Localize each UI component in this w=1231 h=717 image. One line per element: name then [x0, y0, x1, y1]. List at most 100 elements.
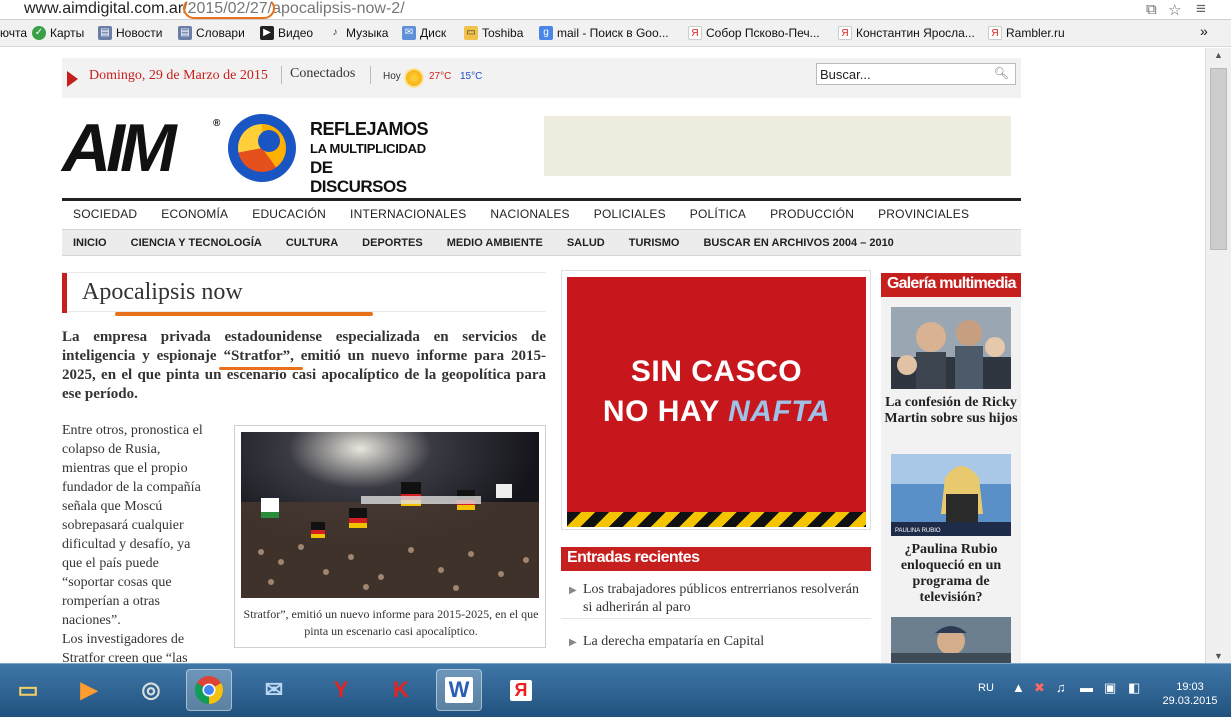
- page-icon[interactable]: ⧉: [1146, 1, 1157, 18]
- bookmark-mail[interactable]: ючта: [0, 26, 27, 40]
- site-logo[interactable]: AIM ® REFLEJAMOS LA MULTIPLICIDAD DE DIS…: [62, 112, 429, 196]
- page-icon: ▤: [98, 26, 112, 40]
- nav-internacionales[interactable]: INTERNACIONALES: [350, 207, 466, 221]
- yandex-icon: Я: [988, 26, 1002, 40]
- article-lead: La empresa privada estadounidense especi…: [62, 329, 546, 402]
- protest-photo[interactable]: [241, 432, 539, 598]
- language-indicator[interactable]: RU: [978, 682, 994, 694]
- nav-nacionales[interactable]: NACIONALES: [490, 207, 569, 221]
- menu-icon[interactable]: ≡: [1196, 0, 1206, 19]
- gallery-caption[interactable]: ¿Paulina Rubio enloqueció en un programa…: [883, 542, 1019, 606]
- word-icon[interactable]: W: [436, 669, 482, 711]
- nav-politica[interactable]: POLÍTICA: [690, 207, 746, 221]
- gallery-thumb-3[interactable]: [891, 617, 1011, 663]
- url-host: www.aimdigital.com.ar: [24, 0, 184, 17]
- scrollbar-thumb[interactable]: [1210, 68, 1227, 250]
- bookmark-konstantin[interactable]: Я Константин Яросла...: [838, 26, 975, 40]
- device-icon[interactable]: ▣: [1104, 680, 1116, 696]
- volume-icon[interactable]: ♫: [1056, 680, 1066, 695]
- nav-policiales[interactable]: POLICIALES: [594, 207, 666, 221]
- kaspersky-icon[interactable]: K: [378, 669, 424, 711]
- nav-deportes[interactable]: DEPORTES: [362, 237, 423, 249]
- title-accent-bar: [62, 273, 67, 313]
- nav-ciencia[interactable]: CIENCIA Y TECNOLOGÍA: [131, 237, 262, 249]
- battery-icon[interactable]: ▬: [1080, 680, 1093, 695]
- address-bar[interactable]: www.aimdigital.com.ar/2015/02/27/apocali…: [0, 0, 1231, 20]
- web-page: Domingo, 29 de Marzo de 2015 Conectados …: [0, 48, 1205, 663]
- nav-cultura[interactable]: CULTURA: [286, 237, 338, 249]
- search-input[interactable]: [820, 66, 990, 82]
- search-icon[interactable]: 🔍︎: [994, 66, 1009, 80]
- bookmark-rambler[interactable]: Я Rambler.ru: [988, 26, 1065, 40]
- nav-economia[interactable]: ECONOMÍA: [161, 207, 228, 221]
- recent-post-link[interactable]: ▶ Los trabajadores públicos entrerrianos …: [561, 581, 871, 619]
- nav-produccion[interactable]: PRODUCCIÓN: [770, 207, 854, 221]
- bookmark-star-icon[interactable]: ☆: [1168, 1, 1181, 19]
- bookmark-dictionaries[interactable]: ▤ Словари: [178, 26, 245, 40]
- gallery-heading: Galería multimedia: [881, 273, 1021, 297]
- explorer-icon[interactable]: ▭: [5, 669, 51, 711]
- bookmark-music[interactable]: ♪ Музыка: [328, 26, 389, 40]
- bookmark-sobor[interactable]: Я Собор Псково-Печ...: [688, 26, 820, 40]
- nav-buscar-archivos[interactable]: BUSCAR EN ARCHIVOS 2004 – 2010: [703, 237, 893, 249]
- yandex-icon[interactable]: Я: [498, 669, 544, 711]
- nav-salud[interactable]: SALUD: [567, 237, 605, 249]
- media-player-icon[interactable]: ▶: [66, 669, 112, 711]
- connected-link[interactable]: Conectados: [290, 66, 355, 82]
- article-figure: Stratfor”, emitió un nuevo informe para …: [234, 425, 546, 648]
- current-date: Domingo, 29 de Marzo de 2015: [89, 68, 268, 83]
- gallery-caption[interactable]: La confesión de Ricky Martin sobre sus h…: [883, 395, 1019, 427]
- hazard-stripes: [567, 512, 866, 527]
- bookmark-google-mail[interactable]: g mail - Поиск в Goo...: [539, 26, 669, 40]
- mail-icon: ✉: [402, 26, 416, 40]
- chrome-icon[interactable]: [186, 669, 232, 711]
- scroll-up-icon[interactable]: ▲: [1214, 50, 1223, 60]
- bookmark-toshiba[interactable]: ▭ Toshiba: [464, 26, 523, 40]
- bookmark-disk[interactable]: ✉ Диск: [402, 26, 446, 40]
- clock-date: 29.03.2015: [1162, 695, 1218, 707]
- gallery-thumb-paulina[interactable]: PAULINA RUBIO: [891, 454, 1011, 536]
- scroll-down-icon[interactable]: ▼: [1214, 651, 1223, 661]
- logo-orb-icon: [228, 114, 296, 182]
- divider: [370, 66, 371, 84]
- bookmark-maps[interactable]: ✓ Карты: [32, 26, 84, 40]
- temp-low: 15°C: [460, 71, 483, 82]
- article-title: Apocalipsis now: [82, 279, 243, 305]
- tray-app-icon[interactable]: ◧: [1128, 680, 1140, 696]
- gallery-thumb-ricky[interactable]: [891, 307, 1011, 389]
- stratfor-highlight: “Stratfor”: [219, 348, 304, 370]
- gallery-panel: La confesión de Ricky Martin sobre sus h…: [881, 297, 1021, 663]
- nav-educacion[interactable]: EDUCACIÓN: [252, 207, 326, 221]
- chevron-right-icon: ▶: [569, 585, 577, 596]
- title-highlight-underline: [115, 312, 373, 316]
- nav-medio-ambiente[interactable]: MEDIO AMBIENTE: [447, 237, 543, 249]
- page-scrollbar[interactable]: ▲ ▼: [1205, 48, 1231, 663]
- tray-expand-icon[interactable]: ▲: [1012, 680, 1025, 695]
- nav-turismo[interactable]: TURISMO: [629, 237, 680, 249]
- photo-caption: Stratfor”, emitió un nuevo informe para …: [243, 607, 539, 638]
- svg-text:PAULINA RUBIO: PAULINA RUBIO: [895, 528, 941, 534]
- bookmark-news[interactable]: ▤ Новости: [98, 26, 162, 40]
- nav-sociedad[interactable]: SOCIEDAD: [73, 207, 137, 221]
- bookmarks-bar: ючта ✓ Карты ▤ Новости ▤ Словари ▶ Видео ♪ Му…: [0, 20, 1231, 47]
- bookmark-video[interactable]: ▶ Видео: [260, 26, 313, 40]
- disc-icon[interactable]: ◎: [128, 669, 174, 711]
- nav-inicio[interactable]: INICIO: [73, 237, 107, 249]
- yandex-icon: Я: [688, 26, 702, 40]
- yandex-browser-icon[interactable]: Y: [318, 669, 364, 711]
- nav-provinciales[interactable]: PROVINCIALES: [878, 207, 969, 221]
- play-icon: ▶: [260, 26, 274, 40]
- bookmarks-more-button[interactable]: »: [1200, 23, 1208, 39]
- ad-placeholder: [544, 116, 1011, 176]
- ad-line-2: NO HAY NAFTA: [602, 395, 831, 428]
- mail-icon[interactable]: ✉: [251, 669, 297, 711]
- system-clock[interactable]: 19:03 29.03.2015: [1155, 680, 1225, 708]
- network-icon[interactable]: ✖: [1034, 680, 1045, 696]
- top-info-bar: Domingo, 29 de Marzo de 2015 Conectados …: [62, 58, 1021, 98]
- logo-tagline: REFLEJAMOS LA MULTIPLICIDAD DE DISCURSOS: [310, 119, 429, 197]
- recent-post-link[interactable]: ▶ La derecha empataría en Capital: [561, 633, 871, 651]
- search-box[interactable]: 🔍︎: [816, 63, 1016, 85]
- windows-taskbar: ▭ ▶ ◎ ✉ Y K W Я RU ▲ ✖ ♫ ▬ ▣ ◧ 19:03 29.…: [0, 663, 1231, 717]
- registered-icon: ®: [213, 118, 221, 129]
- ad-banner[interactable]: SIN CASCO NO HAY NAFTA: [561, 270, 871, 530]
